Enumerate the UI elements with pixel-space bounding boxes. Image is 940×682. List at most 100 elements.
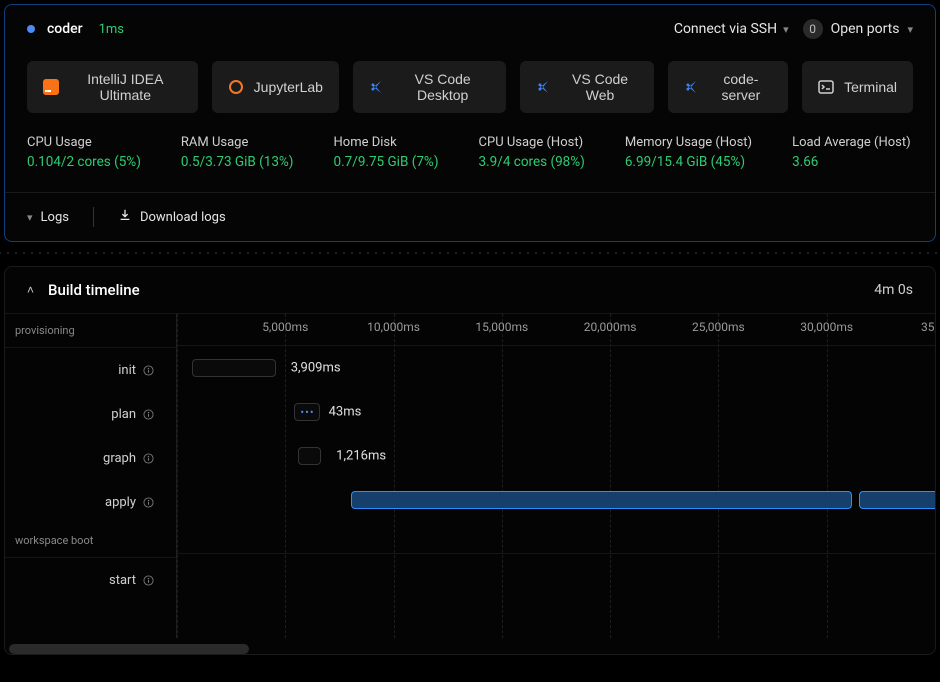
agent-latency: 1ms bbox=[99, 22, 124, 37]
stat-cpu: CPU Usage 0.104/2 cores (5%) bbox=[27, 135, 141, 170]
info-icon[interactable] bbox=[142, 408, 154, 420]
divider-icon bbox=[93, 207, 94, 227]
track-row: 1,216ms bbox=[177, 434, 935, 478]
gantt-tracks: 3,909ms ••• 43ms 1,216ms bbox=[177, 346, 935, 638]
section-separator bbox=[0, 248, 940, 258]
row-label-graph: graph bbox=[5, 436, 176, 480]
logs-toggle[interactable]: ▾ Logs bbox=[27, 210, 69, 225]
chevron-down-icon: ▾ bbox=[783, 23, 789, 36]
open-ports-button[interactable]: 0 Open ports ▾ bbox=[803, 19, 913, 39]
app-vscode-desktop-button[interactable]: VS Code Desktop bbox=[353, 61, 506, 113]
app-code-server-button[interactable]: code-server bbox=[668, 61, 788, 113]
stat-value: 0.7/9.75 GiB (7%) bbox=[334, 154, 439, 170]
stat-value: 0.5/3.73 GiB (13%) bbox=[181, 154, 294, 170]
tick-label: 35, bbox=[921, 320, 935, 334]
row-label-apply: apply bbox=[5, 480, 176, 524]
track-row: 3,909ms bbox=[177, 346, 935, 390]
app-label: VS Code Desktop bbox=[395, 71, 490, 103]
gantt-bar-init[interactable] bbox=[192, 359, 275, 377]
row-name: init bbox=[118, 363, 136, 378]
app-label: JupyterLab bbox=[254, 79, 323, 95]
info-icon[interactable] bbox=[142, 364, 154, 376]
build-timeline-card: ˄ Build timeline 4m 0s provisioning init… bbox=[4, 266, 936, 655]
row-name: apply bbox=[105, 495, 136, 510]
bar-duration: 1,216ms bbox=[336, 449, 386, 464]
vscode-icon bbox=[536, 79, 552, 95]
ports-label: Open ports bbox=[831, 21, 900, 37]
info-icon[interactable] bbox=[142, 452, 154, 464]
logs-bar: ▾ Logs Download logs bbox=[5, 192, 935, 241]
gantt-bar-apply[interactable] bbox=[351, 491, 851, 509]
stat-label: CPU Usage (Host) bbox=[479, 135, 585, 150]
stat-value: 6.99/15.4 GiB (45%) bbox=[625, 154, 752, 170]
app-label: IntelliJ IDEA Ultimate bbox=[69, 71, 182, 103]
stat-label: CPU Usage bbox=[27, 135, 141, 150]
download-logs-button[interactable]: Download logs bbox=[118, 208, 226, 226]
track-row bbox=[177, 478, 935, 522]
tick-label: 25,000ms bbox=[692, 320, 745, 334]
download-logs-label: Download logs bbox=[140, 210, 226, 225]
stat-load-host: Load Average (Host) 3.66 bbox=[792, 135, 911, 170]
stat-ram: RAM Usage 0.5/3.73 GiB (13%) bbox=[181, 135, 294, 170]
gantt-bar-graph[interactable] bbox=[298, 447, 321, 465]
logs-label: Logs bbox=[41, 210, 69, 225]
app-label: VS Code Web bbox=[562, 71, 637, 103]
stat-label: RAM Usage bbox=[181, 135, 294, 150]
horizontal-scrollbar[interactable] bbox=[9, 644, 249, 654]
app-terminal-button[interactable]: Terminal bbox=[802, 61, 913, 113]
stat-value: 3.66 bbox=[792, 154, 911, 170]
agent-name: coder bbox=[47, 21, 83, 37]
info-icon[interactable] bbox=[142, 574, 154, 586]
group-label: workspace boot bbox=[5, 524, 176, 558]
group-divider bbox=[177, 522, 935, 554]
track-row bbox=[177, 554, 935, 598]
row-label-init: init bbox=[5, 348, 176, 392]
info-icon[interactable] bbox=[142, 496, 154, 508]
app-intellij-button[interactable]: IntelliJ IDEA Ultimate bbox=[27, 61, 198, 113]
stat-value: 3.9/4 cores (98%) bbox=[479, 154, 585, 170]
bar-duration: 3,909ms bbox=[291, 361, 341, 376]
chevron-down-icon: ▾ bbox=[907, 23, 913, 36]
app-jupyter-button[interactable]: JupyterLab bbox=[212, 61, 339, 113]
row-label-start: start bbox=[5, 558, 176, 602]
gantt-bar-apply-cont[interactable] bbox=[859, 491, 935, 509]
gantt-bar-plan[interactable]: ••• bbox=[294, 403, 320, 421]
ports-count-badge: 0 bbox=[803, 19, 823, 39]
stats-row: CPU Usage 0.104/2 cores (5%) RAM Usage 0… bbox=[5, 135, 935, 192]
timeline-total: 4m 0s bbox=[874, 282, 913, 298]
timeline-title: Build timeline bbox=[48, 281, 140, 299]
jupyter-icon bbox=[228, 79, 244, 95]
row-name: start bbox=[109, 573, 136, 588]
stat-label: Home Disk bbox=[334, 135, 439, 150]
row-name: graph bbox=[103, 451, 136, 466]
gantt-labels-col: provisioning init plan graph apply w bbox=[5, 314, 177, 638]
app-vscode-web-button[interactable]: VS Code Web bbox=[520, 61, 653, 113]
vscode-icon bbox=[684, 79, 700, 95]
stat-mem-host: Memory Usage (Host) 6.99/15.4 GiB (45%) bbox=[625, 135, 752, 170]
tick-label: 30,000ms bbox=[800, 320, 853, 334]
tick-label: 10,000ms bbox=[367, 320, 420, 334]
bar-duration: 43ms bbox=[329, 405, 362, 420]
timeline-header[interactable]: ˄ Build timeline 4m 0s bbox=[5, 267, 935, 314]
status-dot-icon bbox=[27, 25, 35, 33]
stat-label: Load Average (Host) bbox=[792, 135, 911, 150]
gantt-chart: provisioning init plan graph apply w bbox=[5, 314, 935, 638]
tick-label: 5,000ms bbox=[262, 320, 308, 334]
connect-ssh-label: Connect via SSH bbox=[674, 21, 777, 37]
chevron-down-icon: ▾ bbox=[27, 211, 33, 224]
row-name: plan bbox=[111, 407, 136, 422]
gantt-tracks-col[interactable]: 5,000ms 10,000ms 15,000ms 20,000ms 25,00… bbox=[177, 314, 935, 638]
time-ruler: 5,000ms 10,000ms 15,000ms 20,000ms 25,00… bbox=[177, 314, 935, 346]
tick-label: 15,000ms bbox=[475, 320, 528, 334]
connect-ssh-button[interactable]: Connect via SSH ▾ bbox=[674, 21, 789, 37]
row-label-plan: plan bbox=[5, 392, 176, 436]
vscode-icon bbox=[369, 79, 385, 95]
intellij-icon bbox=[43, 79, 59, 95]
agent-card: coder 1ms Connect via SSH ▾ 0 Open ports… bbox=[4, 4, 936, 242]
agent-header: coder 1ms Connect via SSH ▾ 0 Open ports… bbox=[5, 5, 935, 53]
download-icon bbox=[118, 208, 132, 226]
group-label: provisioning bbox=[5, 314, 176, 348]
app-label: Terminal bbox=[844, 79, 897, 95]
stat-label: Memory Usage (Host) bbox=[625, 135, 752, 150]
stat-disk: Home Disk 0.7/9.75 GiB (7%) bbox=[334, 135, 439, 170]
